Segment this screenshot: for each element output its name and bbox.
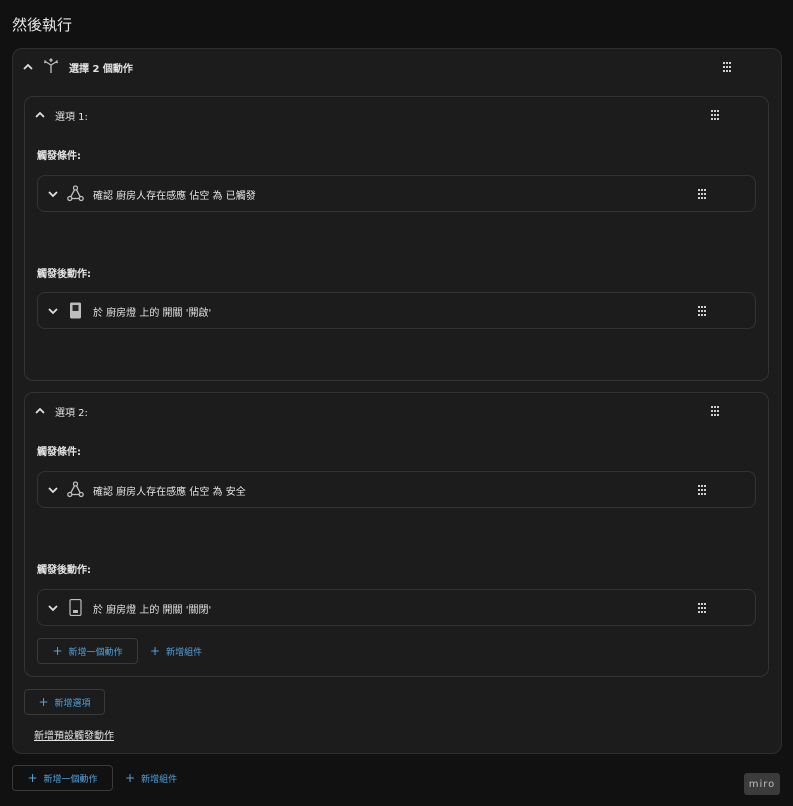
add-block-button[interactable]: + 新增組件 [125,771,177,785]
action-text: 於 廚房燈 上的 開關 '關閉' [93,605,212,616]
add-block-label: 新增組件 [141,774,178,785]
condition-text: 確認 廚房人存在感應 佔空 為 安全 [93,487,246,498]
add-option-button[interactable]: + 新增選項 [24,689,105,715]
conditions-label: 觸發條件: [37,447,81,458]
drag-handle-icon[interactable] [710,406,720,416]
drag-handle-icon[interactable] [722,62,732,72]
chevron-down-icon[interactable] [46,187,60,201]
drag-handle-icon[interactable] [710,110,720,120]
choose-header-label: 選擇 2 個動作 [69,64,133,75]
plus-icon: + [38,695,49,709]
chevron-up-icon[interactable] [33,404,47,418]
state-condition-icon [67,185,84,202]
plus-icon: + [150,644,161,658]
plus-icon: + [27,771,38,785]
actions-label: 觸發後動作: [37,565,91,576]
conditions-label: 觸發條件: [37,151,81,162]
drag-handle-icon[interactable] [697,189,707,199]
add-action-button[interactable]: + 新增一個動作 [37,638,138,664]
chevron-down-icon[interactable] [46,601,60,615]
drag-handle-icon[interactable] [697,306,707,316]
actions-label: 觸發後動作: [37,269,91,280]
add-option-label: 新增選項 [54,698,91,709]
switch-off-icon [69,599,82,616]
add-block-button[interactable]: + 新增組件 [150,644,202,658]
chevron-down-icon[interactable] [46,304,60,318]
add-action-label: 新增一個動作 [68,647,123,658]
option-2-title: 選項 2: [55,408,88,419]
option-2-card [24,392,769,677]
plus-icon: + [125,771,136,785]
chevron-up-icon[interactable] [33,108,47,122]
page-title: 然後執行 [12,16,73,34]
condition-text: 確認 廚房人存在感應 佔空 為 已觸發 [93,191,256,202]
chevron-down-icon[interactable] [46,483,60,497]
drag-handle-icon[interactable] [697,485,707,495]
add-block-label: 新增組件 [166,647,203,658]
add-action-label: 新增一個動作 [43,774,98,785]
action-text: 於 廚房燈 上的 開關 '開啟' [93,308,212,319]
add-default-link[interactable]: 新增預設觸發動作 [34,727,114,742]
option-1-title: 選項 1: [55,112,88,123]
add-action-button[interactable]: + 新增一個動作 [12,765,113,791]
miro-badge: miro [744,773,780,795]
option-1-card [24,96,769,381]
plus-icon: + [52,644,63,658]
state-condition-icon [67,481,84,498]
arrow-decision-icon [43,58,59,73]
chevron-up-icon[interactable] [21,60,35,74]
switch-on-icon [70,302,81,319]
drag-handle-icon[interactable] [697,603,707,613]
